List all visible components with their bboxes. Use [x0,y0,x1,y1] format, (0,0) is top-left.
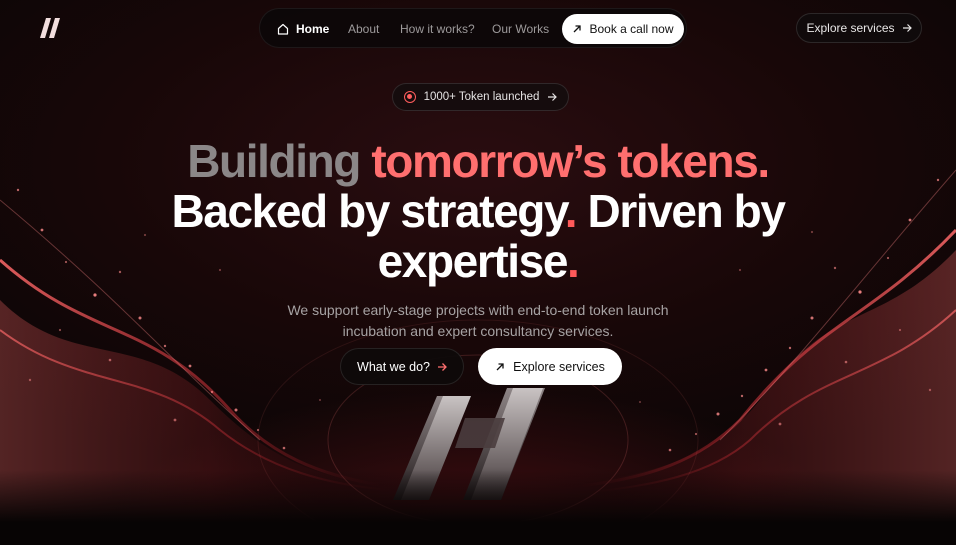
headline-line-3-dot: . [567,235,580,287]
hero-subtext: We support early-stage projects with end… [287,302,669,339]
nav-item-label: Home [296,22,330,36]
headline-line-2-text: Backed by strategy [171,185,566,237]
target-icon [403,91,416,103]
headline-line-2-dot: . [564,185,578,237]
headline-line-1: Building tomorrow’s tokens. [0,136,956,186]
nav-item-about[interactable]: About [348,9,379,49]
headline-accent-text: tomorrow’s tokens. [371,135,770,187]
arrow-right-icon [548,93,558,101]
hero-headline: Building tomorrow’s tokens. Backed by st… [0,136,956,286]
nav-item-how-it-works[interactable]: How it works? [400,9,475,49]
logo-icon [40,18,60,38]
token-launched-badge[interactable]: 1000+ Token launched [392,83,569,111]
book-call-label: Book a call now [589,22,674,36]
header-explore-services-button[interactable]: Explore services [796,13,922,43]
nav-item-our-works[interactable]: Our Works [492,9,549,49]
header-explore-label: Explore services [806,21,895,35]
bottom-fade-overlay [0,470,956,545]
brand-logo[interactable] [40,18,62,38]
headline-line-2-rest: Driven by [587,185,786,237]
home-icon [277,23,289,35]
headline-line-3-text: expertise [377,235,569,287]
headline-muted-word: Building [187,135,361,187]
arrow-right-icon [902,24,912,32]
what-we-do-button[interactable]: What we do? [340,348,464,385]
nav-item-home[interactable]: Home [277,9,329,49]
headline-line-3: expertise. [0,236,956,286]
book-call-button[interactable]: Book a call now [562,14,684,44]
arrow-right-icon [437,362,447,371]
explore-services-label: Explore services [513,359,605,374]
headline-line-2: Backed by strategy. Driven by [0,186,956,236]
badge-label: 1000+ Token launched [423,91,540,103]
what-we-do-label: What we do? [357,359,430,374]
explore-services-button[interactable]: Explore services [478,348,622,385]
arrow-up-right-icon [496,362,504,370]
main-nav: Home About How it works? Our Works Book … [259,8,687,48]
arrow-up-right-icon [574,25,582,33]
